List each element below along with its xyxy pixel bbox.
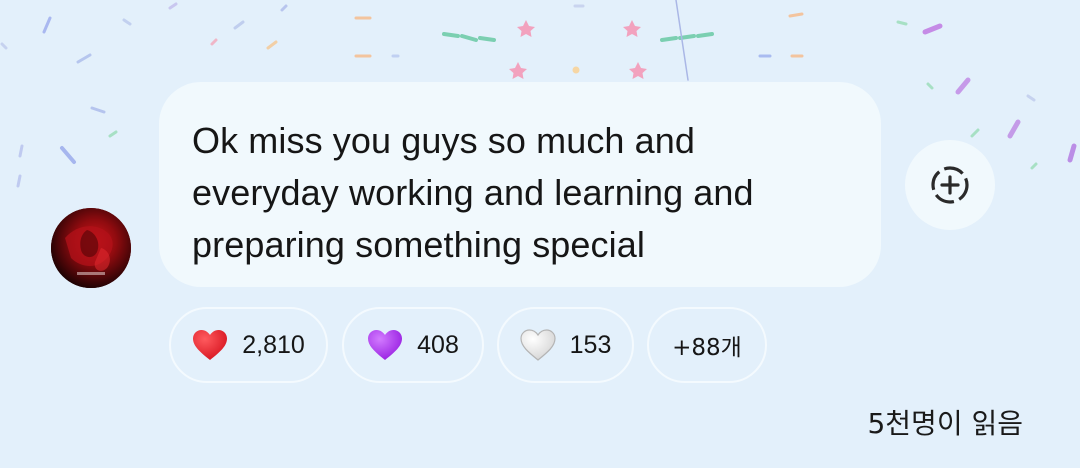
message-line: preparing something special	[192, 224, 645, 265]
more-reactions-count: +88개	[672, 335, 742, 361]
white-heart-icon	[520, 329, 556, 361]
reaction-red-heart[interactable]: 2,810	[169, 307, 328, 383]
reaction-count: 2,810	[242, 330, 305, 359]
add-reaction-icon	[931, 166, 969, 204]
more-reactions-button[interactable]: +88개	[647, 307, 767, 383]
message-line: everyday working and learning and	[192, 172, 754, 213]
message-line: Ok miss you guys so much and	[192, 120, 696, 161]
avatar-image	[51, 208, 131, 288]
message-text: Ok miss you guys so much and everyday wo…	[192, 115, 851, 271]
reaction-white-heart[interactable]: 153	[497, 307, 634, 383]
read-status: 5천명이 읽음	[867, 407, 1023, 440]
reaction-count: 153	[569, 330, 612, 359]
reaction-count: 408	[417, 330, 459, 359]
avatar[interactable]	[51, 208, 131, 288]
message-bubble[interactable]: Ok miss you guys so much and everyday wo…	[159, 82, 881, 287]
reaction-purple-heart[interactable]: 408	[342, 307, 484, 383]
red-heart-icon	[193, 330, 228, 360]
add-reaction-button[interactable]	[905, 140, 995, 230]
purple-heart-icon	[368, 330, 403, 360]
